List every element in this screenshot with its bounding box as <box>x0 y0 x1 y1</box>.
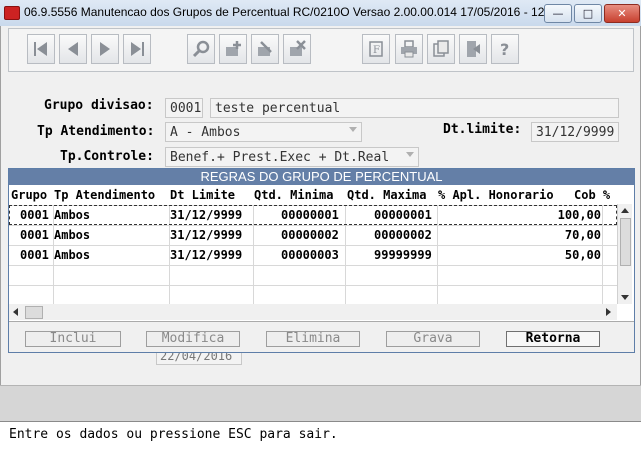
column-header[interactable]: Dt Limite <box>170 188 235 202</box>
minimize-button[interactable]: — <box>544 4 572 23</box>
previous-icon <box>68 42 78 56</box>
exit-door-icon <box>467 41 480 57</box>
search-icon <box>192 40 210 58</box>
cell-tp-atendimento: Ambos <box>54 208 91 222</box>
scroll-right-icon[interactable] <box>606 308 611 316</box>
table-row[interactable]: 0001 Ambos 31/12/9999 00000003 99999999 … <box>9 245 617 265</box>
grupo-code-field[interactable]: 0001 <box>165 98 203 118</box>
status-bar: Entre os dados ou pressione ESC para sai… <box>0 421 641 448</box>
tp-atendimento-select[interactable]: A - Ambos <box>165 122 362 142</box>
cell-honorario: 50,00 <box>564 248 601 262</box>
help-button[interactable]: ? <box>491 34 519 64</box>
grupo-description-field[interactable]: teste percentual <box>210 98 619 118</box>
format-button[interactable]: F <box>362 34 390 64</box>
scroll-left-icon[interactable] <box>13 308 18 316</box>
cell-tp-atendimento: Ambos <box>54 248 91 262</box>
horizontal-scroll-thumb[interactable] <box>25 306 43 319</box>
tp-controle-select[interactable]: Benef.+ Prest.Exec + Dt.Real <box>165 147 419 167</box>
modifica-button[interactable]: Modifica <box>146 331 240 347</box>
close-button[interactable]: ✕ <box>604 4 640 23</box>
vertical-scroll-thumb[interactable] <box>620 218 631 266</box>
scroll-down-icon[interactable] <box>621 295 629 300</box>
next-record-button[interactable] <box>91 34 119 64</box>
column-header[interactable]: Grupo <box>11 188 47 202</box>
chevron-down-icon <box>406 152 414 157</box>
chevron-down-icon <box>349 127 357 132</box>
scroll-up-icon[interactable] <box>621 208 629 213</box>
cell-dt-limite: 31/12/9999 <box>170 248 243 262</box>
cell-grupo: 0001 <box>20 208 49 222</box>
dt-limite-field[interactable]: 31/12/9999 <box>531 122 619 142</box>
next-icon <box>100 42 110 56</box>
dt-limite-label: Dt.limite: <box>443 122 522 137</box>
cell-qtd-maxima: 99999999 <box>374 248 432 262</box>
delete-icon <box>290 40 306 56</box>
copy-button[interactable] <box>427 34 455 64</box>
cell-dt-limite: 31/12/9999 <box>170 208 243 222</box>
first-record-button[interactable] <box>27 34 55 64</box>
horizontal-scrollbar[interactable] <box>9 304 617 320</box>
cell-grupo: 0001 <box>20 228 49 242</box>
column-header[interactable]: Tp Atendimento <box>54 188 155 202</box>
edit-button[interactable] <box>251 34 279 64</box>
tp-controle-label: Tp.Controle: <box>60 149 154 164</box>
last-record-button[interactable] <box>123 34 151 64</box>
edit-icon <box>258 41 272 56</box>
close-icon: ✕ <box>617 7 627 20</box>
cell-tp-atendimento: Ambos <box>54 228 91 242</box>
cell-honorario: 100,00 <box>557 208 601 222</box>
column-header[interactable]: Qtd. Minima <box>254 188 333 202</box>
svg-text:F: F <box>373 45 380 56</box>
grid-line <box>9 265 617 266</box>
column-header[interactable]: Cob % <box>574 188 610 202</box>
print-button[interactable] <box>395 34 423 64</box>
cell-honorario: 70,00 <box>564 228 601 242</box>
cell-qtd-minima: 00000003 <box>281 248 339 262</box>
cell-dt-limite: 31/12/9999 <box>170 228 243 242</box>
cell-qtd-maxima: 00000001 <box>374 208 432 222</box>
delete-button[interactable] <box>283 34 311 64</box>
vertical-scrollbar[interactable] <box>617 204 632 304</box>
help-icon: ? <box>500 40 509 59</box>
maximize-icon: □ <box>582 7 594 20</box>
footer-band <box>0 385 641 422</box>
rules-table: Grupo Tp Atendimento Dt Limite Qtd. Mini… <box>9 185 634 322</box>
previous-record-button[interactable] <box>59 34 87 64</box>
cell-qtd-maxima: 00000002 <box>374 228 432 242</box>
cell-grupo: 0001 <box>20 248 49 262</box>
tp-atendimento-label: Tp Atendimento: <box>37 124 155 139</box>
maximize-button[interactable]: □ <box>574 4 602 23</box>
exit-button[interactable] <box>459 34 487 64</box>
search-button[interactable] <box>187 34 215 64</box>
app-icon <box>4 6 20 20</box>
add-icon <box>226 41 241 56</box>
retorna-button[interactable]: Retorna <box>506 331 600 347</box>
grava-button[interactable]: Grava <box>386 331 480 347</box>
minimize-icon: — <box>552 7 564 20</box>
grid-line <box>9 285 617 286</box>
add-button[interactable] <box>219 34 247 64</box>
tp-controle-value: Benef.+ Prest.Exec + Dt.Real <box>170 150 390 165</box>
last-icon <box>131 42 144 56</box>
grupo-divisao-label: Grupo divisao: <box>44 98 154 113</box>
column-header[interactable]: % Apl. Honorario <box>438 188 554 202</box>
cell-qtd-minima: 00000002 <box>281 228 339 242</box>
first-icon <box>34 42 47 56</box>
status-message: Entre os dados ou pressione ESC para sai… <box>9 427 338 442</box>
table-row[interactable]: 0001 Ambos 31/12/9999 00000001 00000001 … <box>9 205 617 225</box>
copy-icon <box>433 40 449 57</box>
inclui-button[interactable]: Inclui <box>25 331 121 347</box>
window-title: 06.9.5556 Manutencao dos Grupos de Perce… <box>24 5 562 19</box>
column-header[interactable]: Qtd. Maxima <box>347 188 426 202</box>
svg-text:?: ? <box>500 40 509 59</box>
table-row[interactable]: 0001 Ambos 31/12/9999 00000002 00000002 … <box>9 225 617 245</box>
format-icon: F <box>369 41 383 57</box>
tp-atendimento-value: A - Ambos <box>170 125 241 140</box>
cell-qtd-minima: 00000001 <box>281 208 339 222</box>
printer-icon <box>401 40 417 58</box>
elimina-button[interactable]: Elimina <box>266 331 360 347</box>
dialog-title: REGRAS DO GRUPO DE PERCENTUAL <box>9 169 634 185</box>
